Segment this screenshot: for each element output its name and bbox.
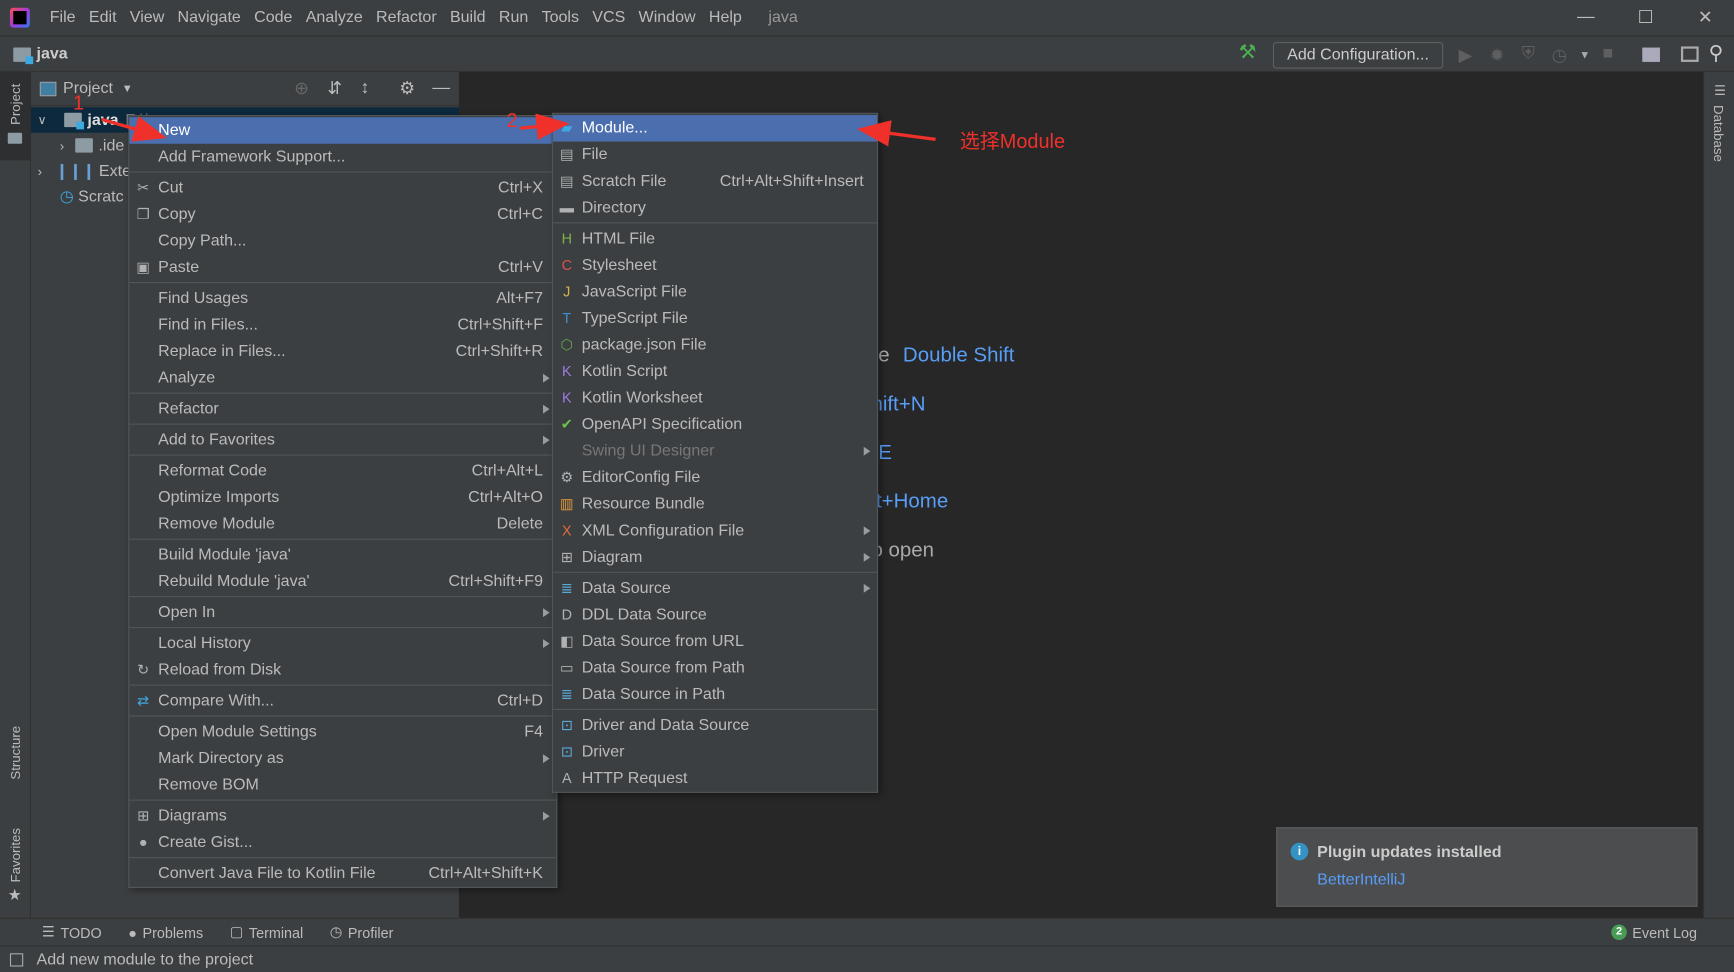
- status-bar: Add new module to the project: [0, 945, 1734, 972]
- ide-window: File Edit View Navigate Code Analyze Refactor B…: [0, 0, 1734, 972]
- terminal-tab[interactable]: ▢ Terminal: [230, 923, 303, 941]
- info-icon: i: [1290, 842, 1309, 861]
- tool-windows-toggle-icon[interactable]: [9, 952, 24, 967]
- annotation-overlay: [101, 113, 936, 147]
- annotation-step-2: 2: [506, 109, 518, 132]
- notification-title: Plugin updates installed: [1317, 843, 1502, 862]
- tab-label: Profiler: [347, 923, 394, 941]
- list-icon: ☰: [42, 923, 55, 941]
- annotation-step-1: 1: [72, 91, 85, 114]
- notification-link[interactable]: BetterIntelliJ: [1317, 871, 1405, 889]
- annotation-arrow-3: [857, 120, 936, 147]
- todo-tab[interactable]: ☰ TODO: [42, 923, 102, 941]
- event-log-count-badge: 2: [1611, 924, 1627, 941]
- annotation-note: 选择Module: [959, 130, 1066, 153]
- tab-label: Terminal: [248, 923, 304, 941]
- tab-label: TODO: [60, 923, 102, 941]
- annotation-arrow-2: [519, 113, 570, 140]
- event-log-tab[interactable]: 2 Event Log: [1611, 924, 1697, 941]
- problems-tab[interactable]: ● Problems: [128, 924, 203, 941]
- status-text: Add new module to the project: [36, 950, 254, 969]
- profiler-icon: ◷: [329, 923, 343, 941]
- terminal-icon: ▢: [229, 923, 244, 941]
- warning-circle-icon: ●: [128, 923, 137, 941]
- annotation-arrow-1: [101, 116, 167, 142]
- profiler-tab[interactable]: ◷ Profiler: [330, 923, 394, 941]
- notification-balloon: i Plugin updates installed BetterIntelli…: [1276, 827, 1698, 907]
- tool-window-bar: ☰ TODO ● Problems ▢ Terminal ◷ Profiler 2 Eve…: [0, 917, 1734, 946]
- tab-label: Event Log: [1632, 923, 1698, 941]
- tab-label: Problems: [142, 923, 204, 941]
